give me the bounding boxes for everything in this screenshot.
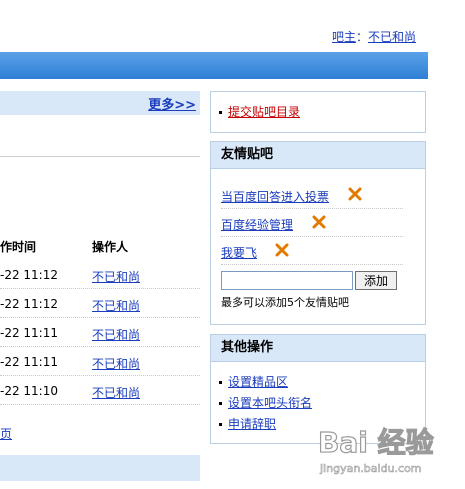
friend-bar-item: 百度经验管理 [221,209,403,237]
watermark-url: jingyan.baidu.com [319,462,422,475]
owner-name-link[interactable]: 不已和尚 [368,30,416,44]
pagination-link[interactable]: 页 [0,425,12,442]
baidu-jingyan-watermark: Bai 经验 jingyan.baidu.com [317,425,434,475]
friend-bar-link[interactable]: 百度经验管理 [221,216,293,233]
friend-bars-panel: 友情贴吧 当百度回答进入投票 百度经验管理 我要飞 添加 最多可以添加5个友情贴… [210,141,426,325]
delete-icon[interactable] [311,214,327,230]
row-operator-link[interactable]: 不已和尚 [92,268,140,285]
add-hint-text: 最多可以添加5个友情贴吧 [221,296,349,309]
row-operator-link[interactable]: 不已和尚 [92,384,140,401]
row-operator-link[interactable]: 不已和尚 [92,355,140,372]
apply-resign-link[interactable]: 申请辞职 [228,417,276,431]
set-bar-title-link[interactable]: 设置本吧头衔名 [228,396,312,410]
row-time: -22 11:12 [0,297,58,311]
row-time: -22 11:11 [0,355,58,369]
bar-owner-line: 吧主：不已和尚 [332,28,416,45]
friend-bar-item: 我要飞 [221,237,403,265]
set-featured-area-link[interactable]: 设置精品区 [228,375,288,389]
friend-bar-item: 当百度回答进入投票 [221,181,403,209]
bottom-section-header [0,455,200,481]
list-item: 提交贴吧目录 [211,102,425,123]
owner-separator: ： [356,30,369,44]
row-time: -22 11:10 [0,384,58,398]
table-row: -22 11:12 不已和尚 [0,289,200,318]
friend-bar-link[interactable]: 我要飞 [221,244,257,261]
table-row: -22 11:11 不已和尚 [0,347,200,376]
more-link[interactable]: 更多>> [148,94,196,113]
submit-directory-link[interactable]: 提交贴吧目录 [228,105,300,119]
friend-bar-link[interactable]: 当百度回答进入投票 [221,188,329,205]
table-row: -22 11:12 不已和尚 [0,260,200,289]
section-divider [0,156,200,157]
delete-icon[interactable] [347,186,363,202]
table-row: -22 11:10 不已和尚 [0,376,200,405]
watermark-text: Bai 经验 [318,426,434,459]
submit-directory-panel: 提交贴吧目录 [210,91,426,133]
friend-bar-input[interactable] [221,271,353,290]
list-item: 设置精品区 [211,372,425,393]
table-header: 作时间 操作人 [0,230,200,260]
operation-log-table: 作时间 操作人 -22 11:12 不已和尚 -22 11:12 不已和尚 -2… [0,230,200,405]
header-bar [0,52,428,79]
owner-label-link[interactable]: 吧主 [332,30,356,44]
panel-title: 友情贴吧 [211,142,425,169]
row-time: -22 11:12 [0,268,58,282]
list-item: 设置本吧头衔名 [211,393,425,414]
panel-title: 其他操作 [211,335,425,362]
table-row: -22 11:11 不已和尚 [0,318,200,347]
row-time: -22 11:11 [0,326,58,340]
row-operator-link[interactable]: 不已和尚 [92,297,140,314]
column-header-operator: 操作人 [92,240,129,254]
row-operator-link[interactable]: 不已和尚 [92,326,140,343]
column-header-time: 作时间 [0,240,37,254]
delete-icon[interactable] [274,242,290,258]
friend-bar-list: 当百度回答进入投票 百度经验管理 我要飞 [211,169,425,265]
log-section-header: 更多>> [0,91,200,115]
add-button[interactable]: 添加 [355,271,397,290]
add-friend-bar-form: 添加 最多可以添加5个友情贴吧 [221,271,425,311]
